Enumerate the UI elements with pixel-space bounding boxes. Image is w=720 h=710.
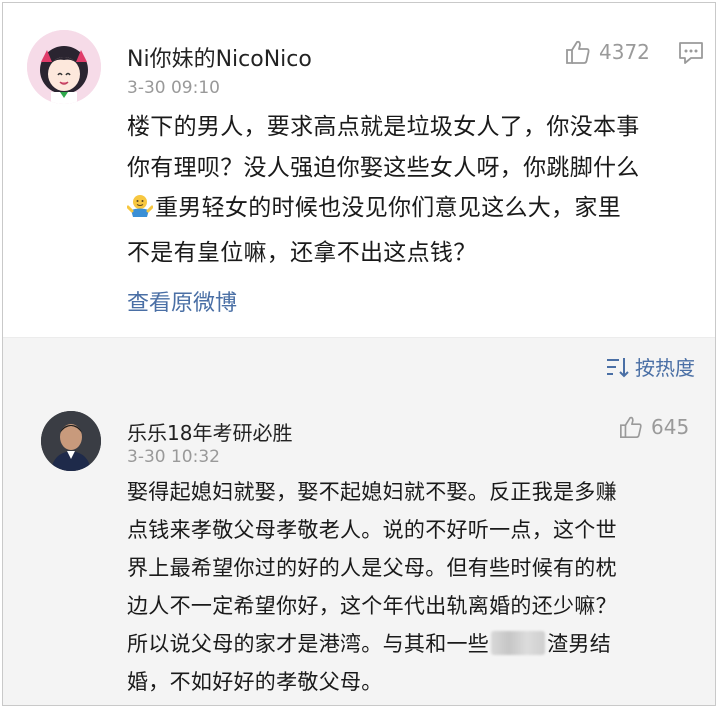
thumbs-up-icon: [620, 416, 642, 438]
sort-bar: 按热度: [3, 337, 715, 398]
view-original-link[interactable]: 查看原微博: [127, 285, 237, 317]
reply-body-line: 点钱来孝敬父母孝敬老人。说的不好听一点，这个世: [127, 518, 617, 542]
reply-card: 乐乐18年考研必胜 3-30 10:32 645 娶得起媳妇就娶，娶不起媳妇就不…: [3, 397, 715, 705]
post-timestamp: 3-30 09:10: [127, 78, 220, 98]
post-like-button[interactable]: 4372: [565, 39, 650, 65]
thumbs-up-icon: [566, 40, 590, 64]
comment-icon[interactable]: [678, 40, 704, 70]
reply-body-line-text: 渣男结: [547, 632, 612, 656]
reply-body-line-text: 所以说父母的家才是港湾。与其和一些: [127, 632, 490, 656]
avatar-man-icon: [41, 411, 101, 471]
reply-avatar[interactable]: [41, 411, 101, 471]
sort-by-hot-button[interactable]: 按热度: [605, 352, 695, 381]
post-like-count: 4372: [599, 40, 650, 64]
reply-body-line: 婚，不如好好的孝敬父母。: [127, 670, 383, 694]
post-username[interactable]: Ni你妹的NicoNico: [127, 41, 312, 73]
post-body-line: 重男轻女的时候也没见你们意见这么大，家里: [126, 188, 640, 233]
blurred-word: [491, 631, 546, 655]
sort-label: 按热度: [635, 356, 695, 380]
post-card: Ni你妹的NicoNico 3-30 09:10 4372 楼下的男人，要求高点…: [3, 3, 715, 337]
post-body: 楼下的男人，要求高点就是垃圾女人了，你没本事 你有理呗？没人强迫你娶这些女人呀，…: [126, 107, 640, 273]
reply-body-line: 界上最希望你过的好的人是父母。但有些时候有的枕: [127, 556, 617, 580]
reply-body: 娶得起媳妇就娶，娶不起媳妇就不娶。反正我是多赚 点钱来孝敬父母孝敬老人。说的不好…: [127, 473, 617, 701]
reply-timestamp: 3-30 10:32: [127, 447, 220, 467]
reply-like-button[interactable]: 645: [619, 415, 689, 439]
screenshot-frame: Ni你妹的NicoNico 3-30 09:10 4372 楼下的男人，要求高点…: [2, 2, 716, 706]
avatar[interactable]: [27, 30, 101, 104]
post-body-line: 楼下的男人，要求高点就是垃圾女人了，你没本事: [127, 114, 640, 140]
reply-body-line: 所以说父母的家才是港湾。与其和一些 渣男结: [127, 625, 617, 663]
avatar-anime-girl-icon: [27, 30, 101, 104]
sort-icon: [607, 357, 629, 377]
post-body-line: 你有理呗？没人强迫你娶这些女人呀，你跳脚什么: [127, 154, 640, 181]
reply-like-count: 645: [651, 415, 690, 439]
post-body-line-text: 重男轻女的时候也没见你们意见这么大，家里: [155, 195, 621, 221]
post-body-line: 不是有皇位嘛，还拿不出这点钱？: [127, 239, 477, 266]
reply-body-line: 娶得起媳妇就娶，娶不起媳妇就不娶。反正我是多赚: [127, 480, 617, 504]
shrug-emoji-icon: [126, 192, 154, 233]
reply-username[interactable]: 乐乐18年考研必胜: [127, 417, 292, 446]
reply-body-line: 边人不一定希望你好，这个年代出轨离婚的还少嘛？: [127, 594, 617, 618]
